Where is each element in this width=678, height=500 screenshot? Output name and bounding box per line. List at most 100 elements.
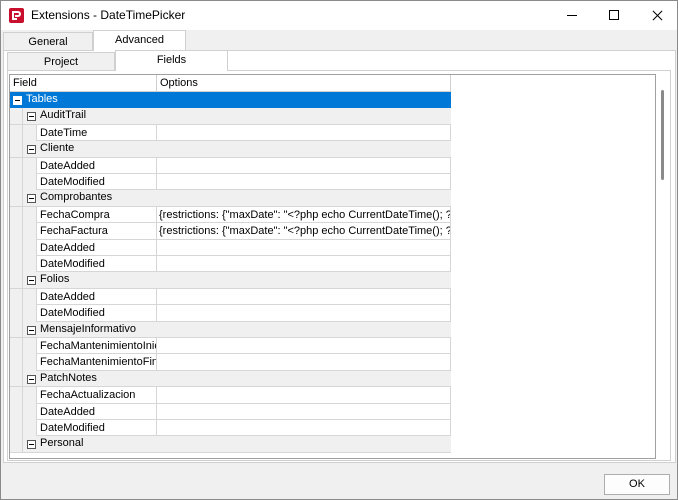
indent	[23, 239, 36, 256]
indent	[10, 288, 23, 306]
field-options-cell[interactable]	[157, 420, 451, 437]
indent	[23, 420, 36, 437]
field-name-cell[interactable]: DateAdded	[36, 239, 157, 256]
indent	[10, 338, 23, 355]
scrollbar-thumb[interactable]	[661, 90, 664, 180]
table-group-label: Cliente	[40, 142, 75, 155]
table-group-label: Comprobantes	[40, 191, 113, 204]
collapse-icon[interactable]	[27, 194, 36, 204]
table-group-row[interactable]: Folios	[10, 272, 451, 289]
field-row[interactable]: FechaCompra {restrictions: {"maxDate": "<…	[10, 206, 451, 224]
collapse-icon[interactable]	[27, 440, 36, 450]
field-name-cell[interactable]: DateTime	[36, 124, 157, 142]
ok-button[interactable]: OK	[604, 474, 670, 495]
field-name-cell[interactable]: FechaActualizacion	[36, 387, 157, 404]
indent	[10, 387, 23, 404]
tree-root-tables[interactable]: Tables	[10, 92, 451, 109]
column-header-field[interactable]: Field	[10, 75, 157, 92]
tab-general[interactable]: General	[3, 32, 93, 50]
field-options-cell[interactable]	[157, 174, 451, 191]
field-options-cell[interactable]	[157, 305, 451, 322]
field-options-cell[interactable]	[157, 403, 451, 420]
field-row[interactable]: FechaMantenimientoFin	[10, 354, 451, 371]
fields-grid[interactable]: Field Options Tables AuditTrail DateTime Cl…	[9, 74, 656, 459]
field-name-cell[interactable]: DateModified	[36, 256, 157, 273]
table-group-row[interactable]: AuditTrail	[10, 108, 451, 125]
field-row[interactable]: DateAdded	[10, 157, 451, 174]
field-options-cell[interactable]: {restrictions: {"maxDate": "<?php echo C…	[157, 206, 451, 224]
field-options-cell[interactable]	[157, 354, 451, 371]
indent	[10, 206, 23, 224]
field-name-cell[interactable]: DateAdded	[36, 157, 157, 174]
field-row[interactable]: DateAdded	[10, 288, 451, 306]
field-name-cell[interactable]: DateModified	[36, 420, 157, 437]
collapse-icon[interactable]	[27, 374, 36, 384]
title-bar[interactable]: Extensions - DateTimePicker	[1, 1, 677, 30]
vertical-scrollbar[interactable]	[657, 74, 670, 459]
indent	[10, 157, 23, 174]
maximize-button[interactable]	[591, 1, 637, 30]
field-options-cell[interactable]	[157, 256, 451, 273]
column-header-options[interactable]: Options	[157, 75, 451, 92]
indent	[23, 124, 36, 142]
field-row[interactable]: DateModified	[10, 256, 451, 273]
field-options-cell[interactable]	[157, 157, 451, 174]
close-button[interactable]	[637, 1, 678, 30]
field-options-cell[interactable]	[157, 338, 451, 355]
field-name-cell[interactable]: FechaMantenimientoFin	[36, 354, 157, 371]
field-name-cell[interactable]: DateAdded	[36, 403, 157, 420]
field-row[interactable]: DateModified	[10, 305, 451, 322]
field-name-cell[interactable]: FechaMantenimientoInicio	[36, 338, 157, 355]
table-group-row[interactable]: Comprobantes	[10, 190, 451, 207]
field-row[interactable]: DateModified	[10, 174, 451, 191]
app-icon	[9, 8, 24, 23]
window-title: Extensions - DateTimePicker	[31, 8, 186, 22]
minimize-button[interactable]	[539, 1, 585, 30]
field-options-cell[interactable]	[157, 124, 451, 142]
field-row[interactable]: DateAdded	[10, 239, 451, 256]
collapse-icon[interactable]	[27, 112, 36, 122]
field-name-cell[interactable]: FechaCompra	[36, 206, 157, 224]
tab-project[interactable]: Project	[7, 52, 115, 70]
field-name-cell[interactable]: DateAdded	[36, 288, 157, 306]
field-name-cell[interactable]: DateModified	[36, 174, 157, 191]
table-group-row[interactable]: Personal	[10, 436, 451, 453]
tab-fields[interactable]: Fields	[115, 50, 228, 71]
table-group-row[interactable]: Cliente	[10, 141, 451, 158]
table-group-row[interactable]: MensajeInformativo	[10, 321, 451, 338]
field-row[interactable]: DateTime	[10, 124, 451, 142]
field-options-cell[interactable]: {restrictions: {"maxDate": "<?php echo C…	[157, 223, 451, 240]
indent	[23, 174, 36, 191]
collapse-icon[interactable]	[13, 96, 22, 105]
indent	[10, 223, 23, 240]
field-row[interactable]: FechaActualizacion	[10, 387, 451, 404]
tab-advanced[interactable]: Advanced	[93, 30, 186, 51]
indent	[10, 174, 23, 191]
indent	[10, 108, 23, 124]
indent	[23, 403, 36, 420]
indent	[23, 338, 36, 355]
indent	[23, 223, 36, 240]
field-options-cell[interactable]	[157, 387, 451, 404]
field-row[interactable]: DateAdded	[10, 403, 451, 420]
collapse-icon[interactable]	[27, 325, 36, 335]
table-group-label: MensajeInformativo	[40, 322, 136, 335]
table-group-label: PatchNotes	[40, 371, 97, 384]
indent	[10, 124, 23, 142]
indent	[10, 239, 23, 256]
field-row[interactable]: FechaFactura {restrictions: {"maxDate": "…	[10, 223, 451, 240]
field-options-cell[interactable]	[157, 288, 451, 306]
collapse-icon[interactable]	[27, 276, 36, 286]
indent	[10, 305, 23, 322]
collapse-icon[interactable]	[27, 145, 36, 155]
field-row[interactable]: FechaMantenimientoInicio	[10, 338, 451, 355]
table-group-row[interactable]: PatchNotes	[10, 370, 451, 388]
field-name-cell[interactable]: DateModified	[36, 305, 157, 322]
field-row[interactable]: DateModified	[10, 420, 451, 437]
table-group-label: AuditTrail	[40, 109, 87, 122]
indent	[23, 206, 36, 224]
indent	[23, 354, 36, 371]
indent	[23, 256, 36, 273]
field-name-cell[interactable]: FechaFactura	[36, 223, 157, 240]
field-options-cell[interactable]	[157, 239, 451, 256]
